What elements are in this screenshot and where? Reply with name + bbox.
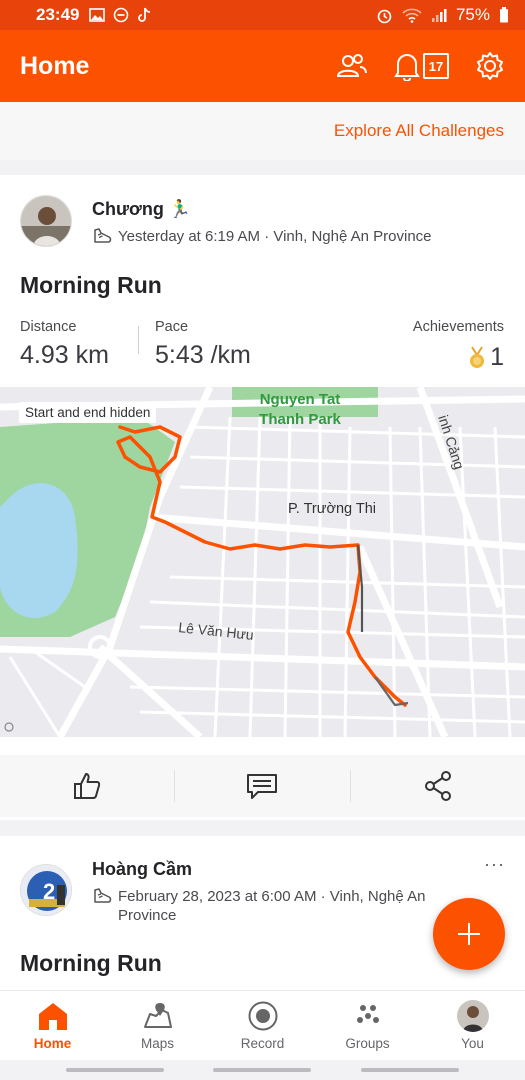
record-icon — [248, 1001, 277, 1031]
activity-meta: February 28, 2023 at 6:00 AM · Vinh, Ngh… — [92, 887, 425, 925]
distance-label: Distance — [20, 319, 77, 335]
share-icon — [424, 771, 451, 801]
status-bar: 23:49 75% — [0, 0, 525, 30]
signal-icon — [431, 8, 447, 22]
notifications-button[interactable]: 17 — [394, 51, 449, 81]
shoe-icon — [94, 228, 112, 243]
add-button[interactable] — [433, 898, 505, 970]
minus-circle-icon — [114, 7, 129, 23]
more-options-button[interactable]: ··· — [484, 854, 505, 875]
notification-count: 17 — [428, 58, 444, 74]
pace-value: 5:43 /km — [155, 341, 251, 369]
comment-button[interactable] — [175, 755, 349, 817]
tab-record[interactable]: Record — [210, 991, 315, 1060]
athlete-name[interactable]: Hoàng Cầm — [92, 859, 192, 880]
stat-divider — [138, 326, 139, 354]
comment-icon — [247, 774, 278, 799]
social-actions — [0, 755, 525, 817]
achievements-value-group[interactable]: 1 — [468, 343, 504, 372]
map-canvas: Nguyen Tat Thanh Park P. Trường Thi Lê V… — [0, 387, 525, 737]
svg-text:Thanh Park: Thanh Park — [259, 411, 341, 428]
wifi-icon — [402, 8, 422, 23]
shoe-icon — [94, 888, 112, 903]
activity-meta-line1: February 28, 2023 at 6:00 AM · Vinh, Ngh… — [118, 888, 426, 905]
pace-label: Pace — [155, 319, 189, 335]
tab-label: Groups — [345, 1036, 390, 1051]
kudos-button[interactable] — [0, 755, 174, 817]
activity-map[interactable]: Nguyen Tat Thanh Park P. Trường Thi Lê V… — [0, 387, 525, 737]
tiktok-icon — [138, 7, 151, 22]
tab-you[interactable]: You — [420, 991, 525, 1060]
status-time: 23:49 — [36, 5, 80, 24]
achievements-value: 1 — [490, 343, 504, 371]
tab-groups[interactable]: Groups — [315, 991, 420, 1060]
activity-card[interactable]: Chương 🏃‍♂️ Yesterday at 6:19 AM · Vinh,… — [0, 175, 525, 820]
svg-text:P. Trường Thi: P. Trường Thi — [288, 501, 376, 517]
share-button[interactable] — [351, 755, 525, 817]
nav-pill — [66, 1068, 164, 1072]
maps-icon — [143, 1003, 172, 1028]
image-icon — [89, 8, 106, 22]
alarm-icon — [377, 9, 392, 23]
nav-pill — [213, 1068, 311, 1072]
tab-home[interactable]: Home — [0, 991, 105, 1060]
activity-title[interactable]: Morning Run — [20, 950, 162, 977]
medal-icon — [470, 345, 485, 368]
battery-icon — [500, 7, 508, 23]
avatar — [456, 1000, 489, 1032]
challenges-bar: Explore All Challenges — [0, 102, 525, 160]
tab-maps[interactable]: Maps — [105, 991, 210, 1060]
activity-meta-text: Yesterday at 6:19 AM · Vinh, Nghệ An Pro… — [118, 228, 432, 245]
bottom-tab-bar: Home Maps Record Groups You — [0, 990, 525, 1060]
avatar[interactable]: 2 — [20, 864, 72, 916]
svg-text:Nguyen Tat: Nguyen Tat — [260, 391, 341, 408]
tab-label: Maps — [140, 1036, 174, 1051]
groups-icon — [356, 1005, 379, 1023]
battery-percent: 75% — [455, 5, 490, 24]
activity-meta-line2: Province — [118, 907, 177, 924]
explore-challenges-link[interactable]: Explore All Challenges — [334, 121, 504, 141]
activity-title[interactable]: Morning Run — [20, 272, 162, 299]
app-bar: Home 17 — [0, 30, 525, 102]
athlete-name[interactable]: Chương 🏃‍♂️ — [92, 199, 191, 220]
activity-meta: Yesterday at 6:19 AM · Vinh, Nghệ An Pro… — [92, 227, 432, 246]
tab-label: Home — [33, 1036, 72, 1051]
tab-label: You — [461, 1036, 484, 1051]
avatar[interactable] — [20, 195, 72, 247]
bell-icon — [394, 54, 420, 81]
page-title: Home — [20, 51, 90, 80]
plus-icon — [458, 923, 480, 945]
nav-pill — [361, 1068, 459, 1072]
inbox-icon: 17 — [423, 53, 449, 79]
gear-icon[interactable] — [475, 51, 505, 81]
privacy-note: Start and end hidden — [19, 402, 157, 423]
distance-value: 4.93 km — [20, 341, 109, 369]
home-icon — [38, 1003, 67, 1030]
thumbs-up-icon — [74, 773, 101, 799]
tab-label: Record — [240, 1036, 285, 1051]
system-nav-bar — [0, 1060, 525, 1080]
people-icon[interactable] — [336, 53, 368, 79]
achievements-label: Achievements — [412, 319, 504, 335]
